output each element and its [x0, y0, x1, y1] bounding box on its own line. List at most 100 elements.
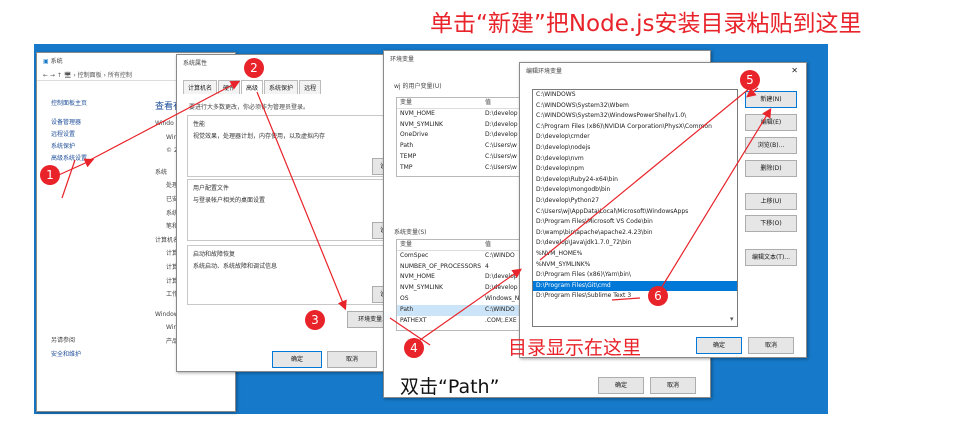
edit-button[interactable]: 编辑(E)	[745, 114, 797, 131]
path-shown-caption: 目录显示在这里	[508, 337, 642, 359]
sidebar-link-device-manager[interactable]: 设备管理器	[51, 117, 87, 129]
table-row[interactable]: TMP C:\Users\w	[397, 163, 535, 174]
table-row[interactable]: TEMP C:\Users\w	[397, 152, 535, 163]
list-item[interactable]: D:\develop\Python27	[533, 196, 737, 207]
perf-desc: 视觉效果，处理器计划，内存使用，以及虚拟内存	[193, 133, 326, 140]
user-vars-table[interactable]: 变量值 NVM_HOME D:\develop NVM_SYMLINK D:\dev…	[396, 97, 536, 177]
user-vars-header: 变量值	[397, 98, 535, 109]
step-badge-5: 5	[740, 70, 760, 90]
edit-text-button[interactable]: 编辑文本(T)...	[745, 249, 797, 266]
step-badge-6: 6	[648, 286, 668, 306]
list-item[interactable]: D:\Program Files\Sublime Text 3	[533, 291, 737, 302]
var-name: NVM_SYMLINK	[400, 120, 443, 128]
new-button[interactable]: 新建(N)	[745, 91, 797, 108]
control-panel-title: 系统	[50, 58, 63, 65]
table-row[interactable]: OneDrive D:\develop	[397, 130, 535, 141]
perf-title: 性能	[193, 121, 206, 128]
var-name: PATHEXT	[400, 316, 427, 324]
edit-env-ok-button[interactable]: 确定	[696, 337, 742, 354]
headline-annotation: 单击“新建”把Node.js安装目录粘贴到这里	[430, 11, 862, 37]
list-item[interactable]: %NVM_HOME%	[533, 249, 737, 260]
tab-remote[interactable]: 远程	[299, 80, 322, 94]
path-row[interactable]: Path C:\WINDO	[397, 304, 535, 316]
scroll-down-icon[interactable]: ▾	[730, 315, 734, 323]
tab-system-protection[interactable]: 系统保护	[264, 80, 299, 94]
step-badge-4: 4	[404, 338, 424, 358]
profile-desc: 与登录帐户相关的桌面设置	[193, 197, 266, 204]
list-item[interactable]: D:\develop\nodejs	[533, 143, 737, 154]
var-name: NVM_HOME	[400, 109, 435, 117]
sidebar-link-system-protection[interactable]: 系统保护	[51, 141, 87, 153]
edit-env-window: 编辑环境变量 ✕ C:\WINDOWS C:\WINDOWS\System32\…	[519, 62, 807, 358]
list-item[interactable]: C:\WINDOWS\System32\Wbem	[533, 101, 737, 112]
env-cancel-button[interactable]: 取消	[650, 377, 696, 394]
list-item[interactable]: C:\Users\wj\AppData\Local\Microsoft\Wind…	[533, 207, 737, 218]
sidebar-link-remote-settings[interactable]: 远程设置	[51, 129, 87, 141]
edit-env-titlebar: 编辑环境变量	[526, 68, 563, 75]
table-row[interactable]: NVM_SYMLINK D:\develop	[397, 120, 535, 131]
system-icon: ▣	[43, 58, 51, 65]
list-item[interactable]: D:\develop\Java\jdk1.7.0_72\bin	[533, 238, 737, 249]
table-row[interactable]: NUMBER_OF_PROCESSORS 4	[397, 262, 535, 273]
table-row[interactable]: NVM_HOME D:\develop	[397, 109, 535, 120]
var-name: OneDrive	[400, 131, 429, 139]
system-vars-header: 变量值	[397, 240, 535, 251]
user-vars-label: wj 的用户变量(U)	[394, 83, 442, 90]
startup-recovery-group: 启动和故障恢复 系统启动、系统故障和调试信息 设置	[187, 245, 400, 305]
var-name: TEMP	[400, 152, 417, 160]
sysprops-ok-button[interactable]: 确定	[272, 351, 322, 368]
startup-title: 启动和故障恢复	[193, 251, 236, 258]
list-item[interactable]: C:\WINDOWS	[533, 90, 737, 101]
system-vars-table[interactable]: 变量值 ComSpec C:\WINDO NUMBER_OF_PROCESSORS…	[396, 239, 536, 331]
list-item[interactable]: %NVM_SYMLINK%	[533, 260, 737, 271]
move-up-button[interactable]: 上移(U)	[745, 193, 797, 210]
user-profile-group: 用户配置文件 与登录帐户相关的桌面设置 设置	[187, 179, 400, 241]
path-entries-list[interactable]: C:\WINDOWS C:\WINDOWS\System32\Wbem C:\W…	[532, 89, 738, 327]
tab-computer-name[interactable]: 计算机名	[183, 80, 218, 94]
system-vars-label: 系统变量(S)	[394, 229, 427, 236]
list-item[interactable]: D:\develop\mongodb\bin	[533, 185, 737, 196]
list-item[interactable]: D:\develop\nvm	[533, 154, 737, 165]
step-badge-2: 2	[244, 58, 264, 78]
list-item[interactable]: D:\develop\cmder	[533, 132, 737, 143]
list-item[interactable]: D:\wamp\bin\apache\apache2.4.23\bin	[533, 228, 737, 239]
edit-env-cancel-button[interactable]: 取消	[748, 337, 794, 354]
env-ok-button[interactable]: 确定	[598, 377, 644, 394]
list-item[interactable]: C:\WINDOWS\System32\WindowsPowerShell\v1…	[533, 111, 737, 122]
table-row[interactable]: PATHEXT .COM;.EXE	[397, 316, 535, 327]
table-row[interactable]: Path C:\Users\w	[397, 141, 535, 152]
sysprops-tabs: 计算机名 硬件 高级 系统保护 远程	[183, 80, 322, 94]
list-item[interactable]: D:\develop\Ruby24-x64\bin	[533, 175, 737, 186]
sysprops-cancel-button[interactable]: 取消	[327, 351, 377, 368]
tab-advanced[interactable]: 高级	[241, 80, 264, 94]
list-item[interactable]: D:\develop\npm	[533, 164, 737, 175]
performance-group: 性能 视觉效果，处理器计划，内存使用，以及虚拟内存 设置	[187, 115, 400, 177]
table-row[interactable]: ComSpec C:\WINDO	[397, 251, 535, 262]
sidebar-link-advanced-settings[interactable]: 高级系统设置	[51, 153, 87, 165]
profile-title: 用户配置文件	[193, 185, 230, 192]
startup-desc: 系统启动、系统故障和调试信息	[193, 263, 278, 270]
var-name: NVM_SYMLINK	[400, 284, 443, 292]
list-item[interactable]: D:\Program Files\Microsoft VS Code\bin	[533, 217, 737, 228]
admin-note: 要进行大多数更改，你必须作为管理员登录。	[189, 104, 310, 111]
var-name: NUMBER_OF_PROCESSORS	[400, 262, 482, 270]
delete-button[interactable]: 删除(D)	[745, 160, 797, 177]
table-row[interactable]: OS Windows_N	[397, 294, 535, 305]
close-icon[interactable]: ✕	[791, 66, 798, 75]
var-name: NVM_HOME	[400, 273, 435, 281]
table-row[interactable]: NVM_SYMLINK D:\develop	[397, 283, 535, 294]
list-item[interactable]: D:\Program Files (x86)\Yarn\bin\	[533, 270, 737, 281]
browse-button[interactable]: 浏览(B)...	[745, 137, 797, 154]
col-variable: 变量	[400, 99, 413, 106]
sidebar-link-home[interactable]: 控制面板主页	[51, 98, 87, 110]
tab-hardware[interactable]: 硬件	[218, 80, 241, 94]
system-properties-window: 系统属性 计算机名 硬件 高级 系统保护 远程 要进行大多数更改，你必须作为管理…	[176, 54, 401, 372]
step-badge-1: 1	[40, 165, 60, 185]
list-item[interactable]: C:\Program Files (x86)\NVIDIA Corporatio…	[533, 122, 737, 133]
table-row[interactable]: NVM_HOME D:\develop	[397, 272, 535, 283]
selected-list-item[interactable]: D:\Program Files\Git\cmd	[533, 280, 737, 292]
var-name: Path	[400, 142, 414, 150]
security-maintenance-link[interactable]: 安全和维护	[51, 349, 81, 358]
move-down-button[interactable]: 下移(O)	[745, 215, 797, 232]
var-name: OS	[400, 294, 409, 302]
